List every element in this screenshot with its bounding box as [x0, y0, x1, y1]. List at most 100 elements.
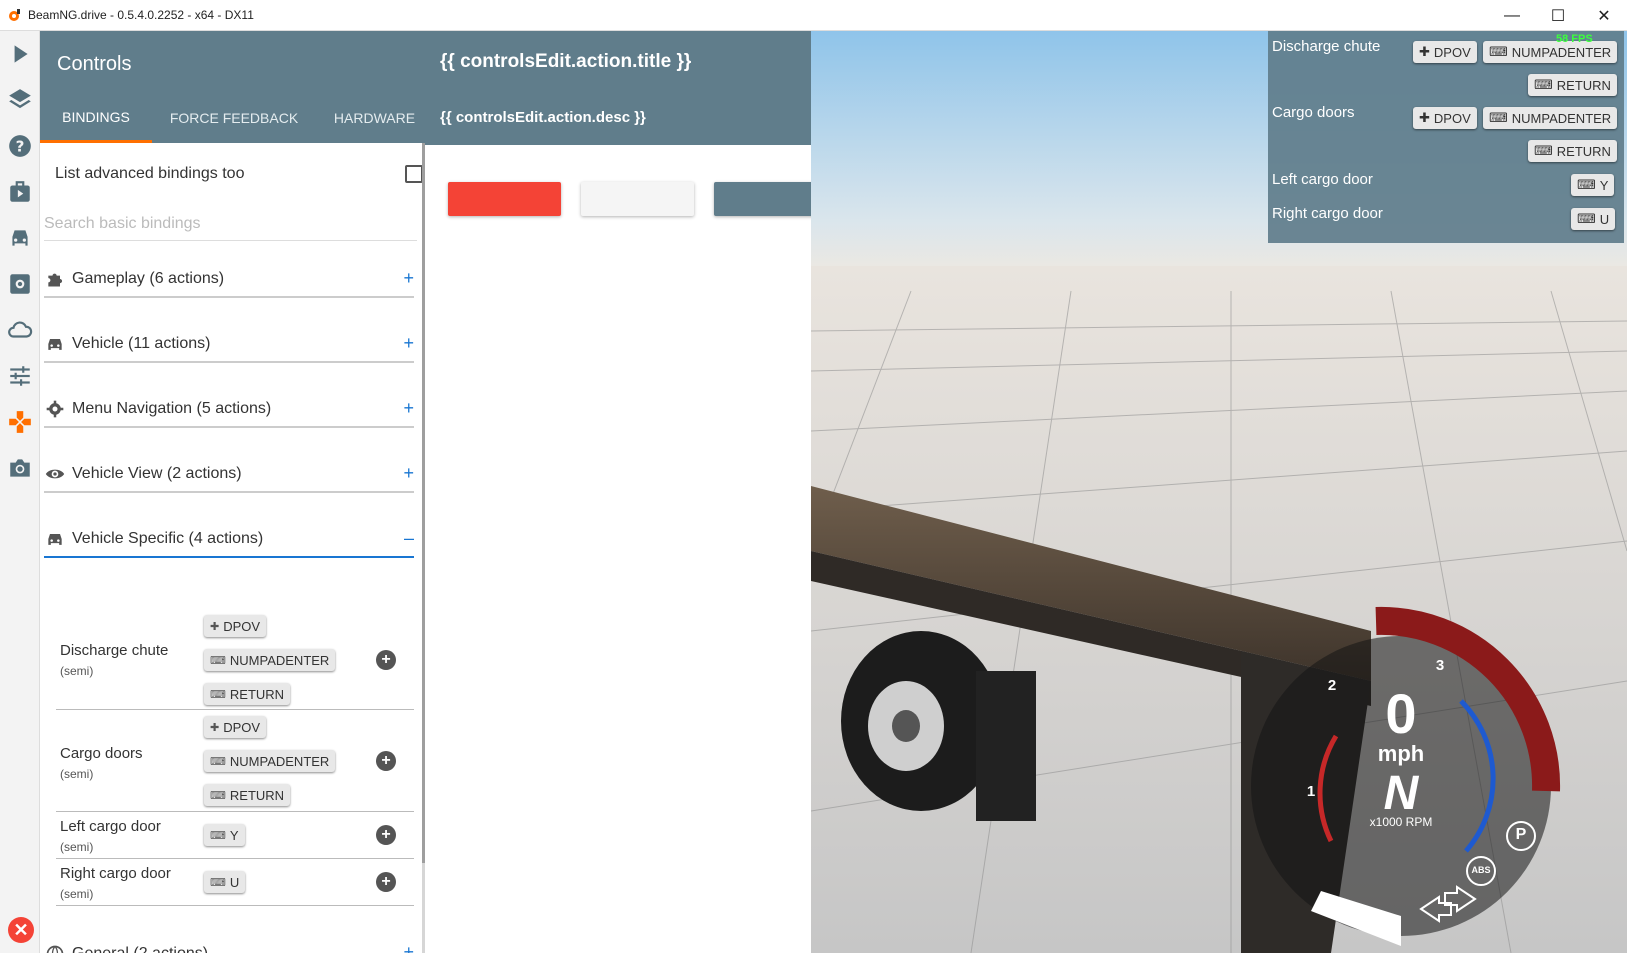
advanced-bindings-row: List advanced bindings too — [55, 161, 425, 187]
parking-brake-indicator: P — [1515, 826, 1527, 843]
tab-force-feedback[interactable]: FORCE FEEDBACK — [152, 93, 316, 143]
car-icon — [44, 333, 66, 355]
play-icon[interactable] — [0, 31, 40, 77]
expand-icon[interactable]: + — [403, 463, 414, 484]
minimize-button[interactable]: — — [1489, 0, 1535, 31]
keyboard-icon: ⌨ — [1534, 143, 1553, 158]
advanced-bindings-label: List advanced bindings too — [55, 165, 245, 182]
settings-icon[interactable] — [0, 261, 40, 307]
category-vehicle-view[interactable]: Vehicle View (2 actions) + — [44, 457, 414, 493]
keyboard-icon: ⌨ — [1577, 177, 1596, 192]
gear-indicator: N — [1383, 767, 1419, 820]
overlay-chip-dpov: ✚ DPOV — [1413, 41, 1477, 63]
binding-sub: (semi) — [60, 840, 94, 854]
controls-tabs: BINDINGS FORCE FEEDBACK HARDWARE — [40, 93, 433, 143]
keyboard-icon: ⌨ — [210, 829, 226, 842]
overlay-binding-name: Cargo doors — [1272, 104, 1355, 121]
camera-icon[interactable] — [0, 445, 40, 491]
advanced-bindings-checkbox[interactable] — [405, 165, 423, 183]
gamepad-icon[interactable] — [0, 399, 40, 445]
car-icon — [44, 528, 66, 550]
category-gameplay[interactable]: Gameplay (6 actions) + — [44, 262, 414, 298]
keyboard-icon: ⌨ — [210, 688, 226, 701]
close-window-button[interactable]: ✕ — [1581, 0, 1627, 31]
binding-row-discharge-chute: Discharge chute (semi) ✚ DPOV ⌨ NUMPADENTE… — [56, 606, 414, 710]
category-label: Vehicle Specific (4 actions) — [72, 530, 264, 547]
edit-action-title: {{ controlsEdit.action.title }} — [440, 51, 692, 72]
edit-header: {{ controlsEdit.action.title }} {{ contr… — [425, 31, 811, 145]
add-binding-button[interactable]: + — [376, 825, 396, 845]
keyboard-icon: ⌨ — [1489, 44, 1508, 59]
controls-header: Controls BINDINGS FORCE FEEDBACK HARDWAR… — [40, 31, 433, 143]
expand-icon[interactable]: + — [403, 268, 414, 289]
gamepad-icon: ✚ — [1419, 44, 1430, 59]
overlay-chip-numpadenter: ⌨ NUMPADENTER — [1483, 107, 1618, 129]
rpm-unit: x1000 RPM — [1369, 815, 1433, 829]
puzzle-icon — [44, 268, 66, 290]
cloud-icon[interactable] — [0, 307, 40, 353]
binding-name: Discharge chute — [60, 642, 169, 659]
maximize-button[interactable]: ☐ — [1535, 0, 1581, 31]
rpm-tick-3: 3 — [1435, 657, 1445, 674]
cancel-button[interactable] — [581, 182, 694, 216]
eye-icon — [44, 463, 66, 485]
binding-row-left-cargo-door: Left cargo door (semi) ⌨ Y + — [56, 812, 414, 859]
rpm-tick-1: 1 — [1306, 783, 1316, 800]
category-menu-navigation[interactable]: Menu Navigation (5 actions) + — [44, 392, 414, 428]
add-binding-button[interactable]: + — [376, 650, 396, 670]
gamepad-icon: ✚ — [210, 721, 220, 734]
category-label: General (2 actions) — [72, 945, 208, 953]
app-logo-icon — [9, 9, 20, 21]
help-icon[interactable]: ? — [0, 123, 40, 169]
scenario-icon[interactable] — [0, 169, 40, 215]
tab-bindings[interactable]: BINDINGS — [40, 93, 152, 143]
binding-sub: (semi) — [60, 664, 94, 678]
expand-icon[interactable]: + — [403, 398, 414, 419]
expand-icon[interactable]: + — [403, 333, 414, 354]
main-menu-dock: ? ✕ — [0, 31, 40, 953]
delete-binding-button[interactable] — [448, 182, 561, 216]
expand-icon[interactable]: + — [403, 942, 414, 953]
keyboard-icon: ⌨ — [1534, 77, 1553, 92]
binding-chip-y[interactable]: ⌨ Y — [204, 824, 245, 846]
gear-icon — [44, 398, 66, 420]
binding-chip-numpadenter[interactable]: ⌨ NUMPADENTER — [204, 750, 336, 772]
layers-icon[interactable] — [0, 77, 40, 123]
category-vehicle-specific[interactable]: Vehicle Specific (4 actions) – — [44, 522, 414, 558]
keyboard-icon: ⌨ — [210, 789, 226, 802]
add-binding-button[interactable]: + — [376, 751, 396, 771]
overlay-chip-return: ⌨ RETURN — [1528, 74, 1617, 96]
vehicle-bindings-overlay: Discharge chute ✚ DPOV ⌨ NUMPADENTER ⌨ RETU… — [1268, 31, 1624, 243]
sliders-icon[interactable] — [0, 353, 40, 399]
keyboard-icon: ⌨ — [210, 654, 226, 667]
binding-chip-dpov[interactable]: ✚ DPOV — [204, 716, 267, 738]
binding-chip-dpov[interactable]: ✚ DPOV — [204, 615, 267, 637]
binding-chip-numpadenter[interactable]: ⌨ NUMPADENTER — [204, 649, 336, 671]
globe-icon — [44, 943, 66, 953]
close-menu-icon[interactable]: ✕ — [8, 917, 34, 943]
tab-hardware[interactable]: HARDWARE — [316, 93, 433, 143]
binding-chip-return[interactable]: ⌨ RETURN — [204, 683, 291, 705]
svg-text:?: ? — [16, 137, 25, 155]
overlay-binding-name: Left cargo door — [1272, 171, 1373, 188]
category-vehicle[interactable]: Vehicle (11 actions) + — [44, 327, 414, 363]
binding-chip-u[interactable]: ⌨ U — [204, 871, 246, 893]
overlay-binding-name: Discharge chute — [1272, 38, 1381, 55]
binding-name: Cargo doors — [60, 745, 143, 762]
keyboard-icon: ⌨ — [210, 755, 226, 768]
page-title: Controls — [57, 53, 132, 75]
collapse-icon[interactable]: – — [404, 528, 414, 549]
gamepad-icon: ✚ — [210, 620, 220, 633]
overlay-chip-numpadenter: ⌨ NUMPADENTER — [1483, 41, 1618, 63]
category-label: Vehicle View (2 actions) — [72, 465, 242, 482]
binding-name: Left cargo door — [60, 818, 161, 835]
category-general[interactable]: General (2 actions) + — [44, 936, 414, 953]
car-icon[interactable] — [0, 215, 40, 261]
speed-readout: 0 — [1385, 682, 1417, 745]
keyboard-icon: ⌨ — [210, 876, 226, 889]
binding-chip-return[interactable]: ⌨ RETURN — [204, 784, 291, 806]
binding-sub: (semi) — [60, 887, 94, 901]
add-binding-button[interactable]: + — [376, 872, 396, 892]
search-input[interactable] — [44, 207, 417, 241]
gamepad-icon: ✚ — [1419, 110, 1430, 125]
